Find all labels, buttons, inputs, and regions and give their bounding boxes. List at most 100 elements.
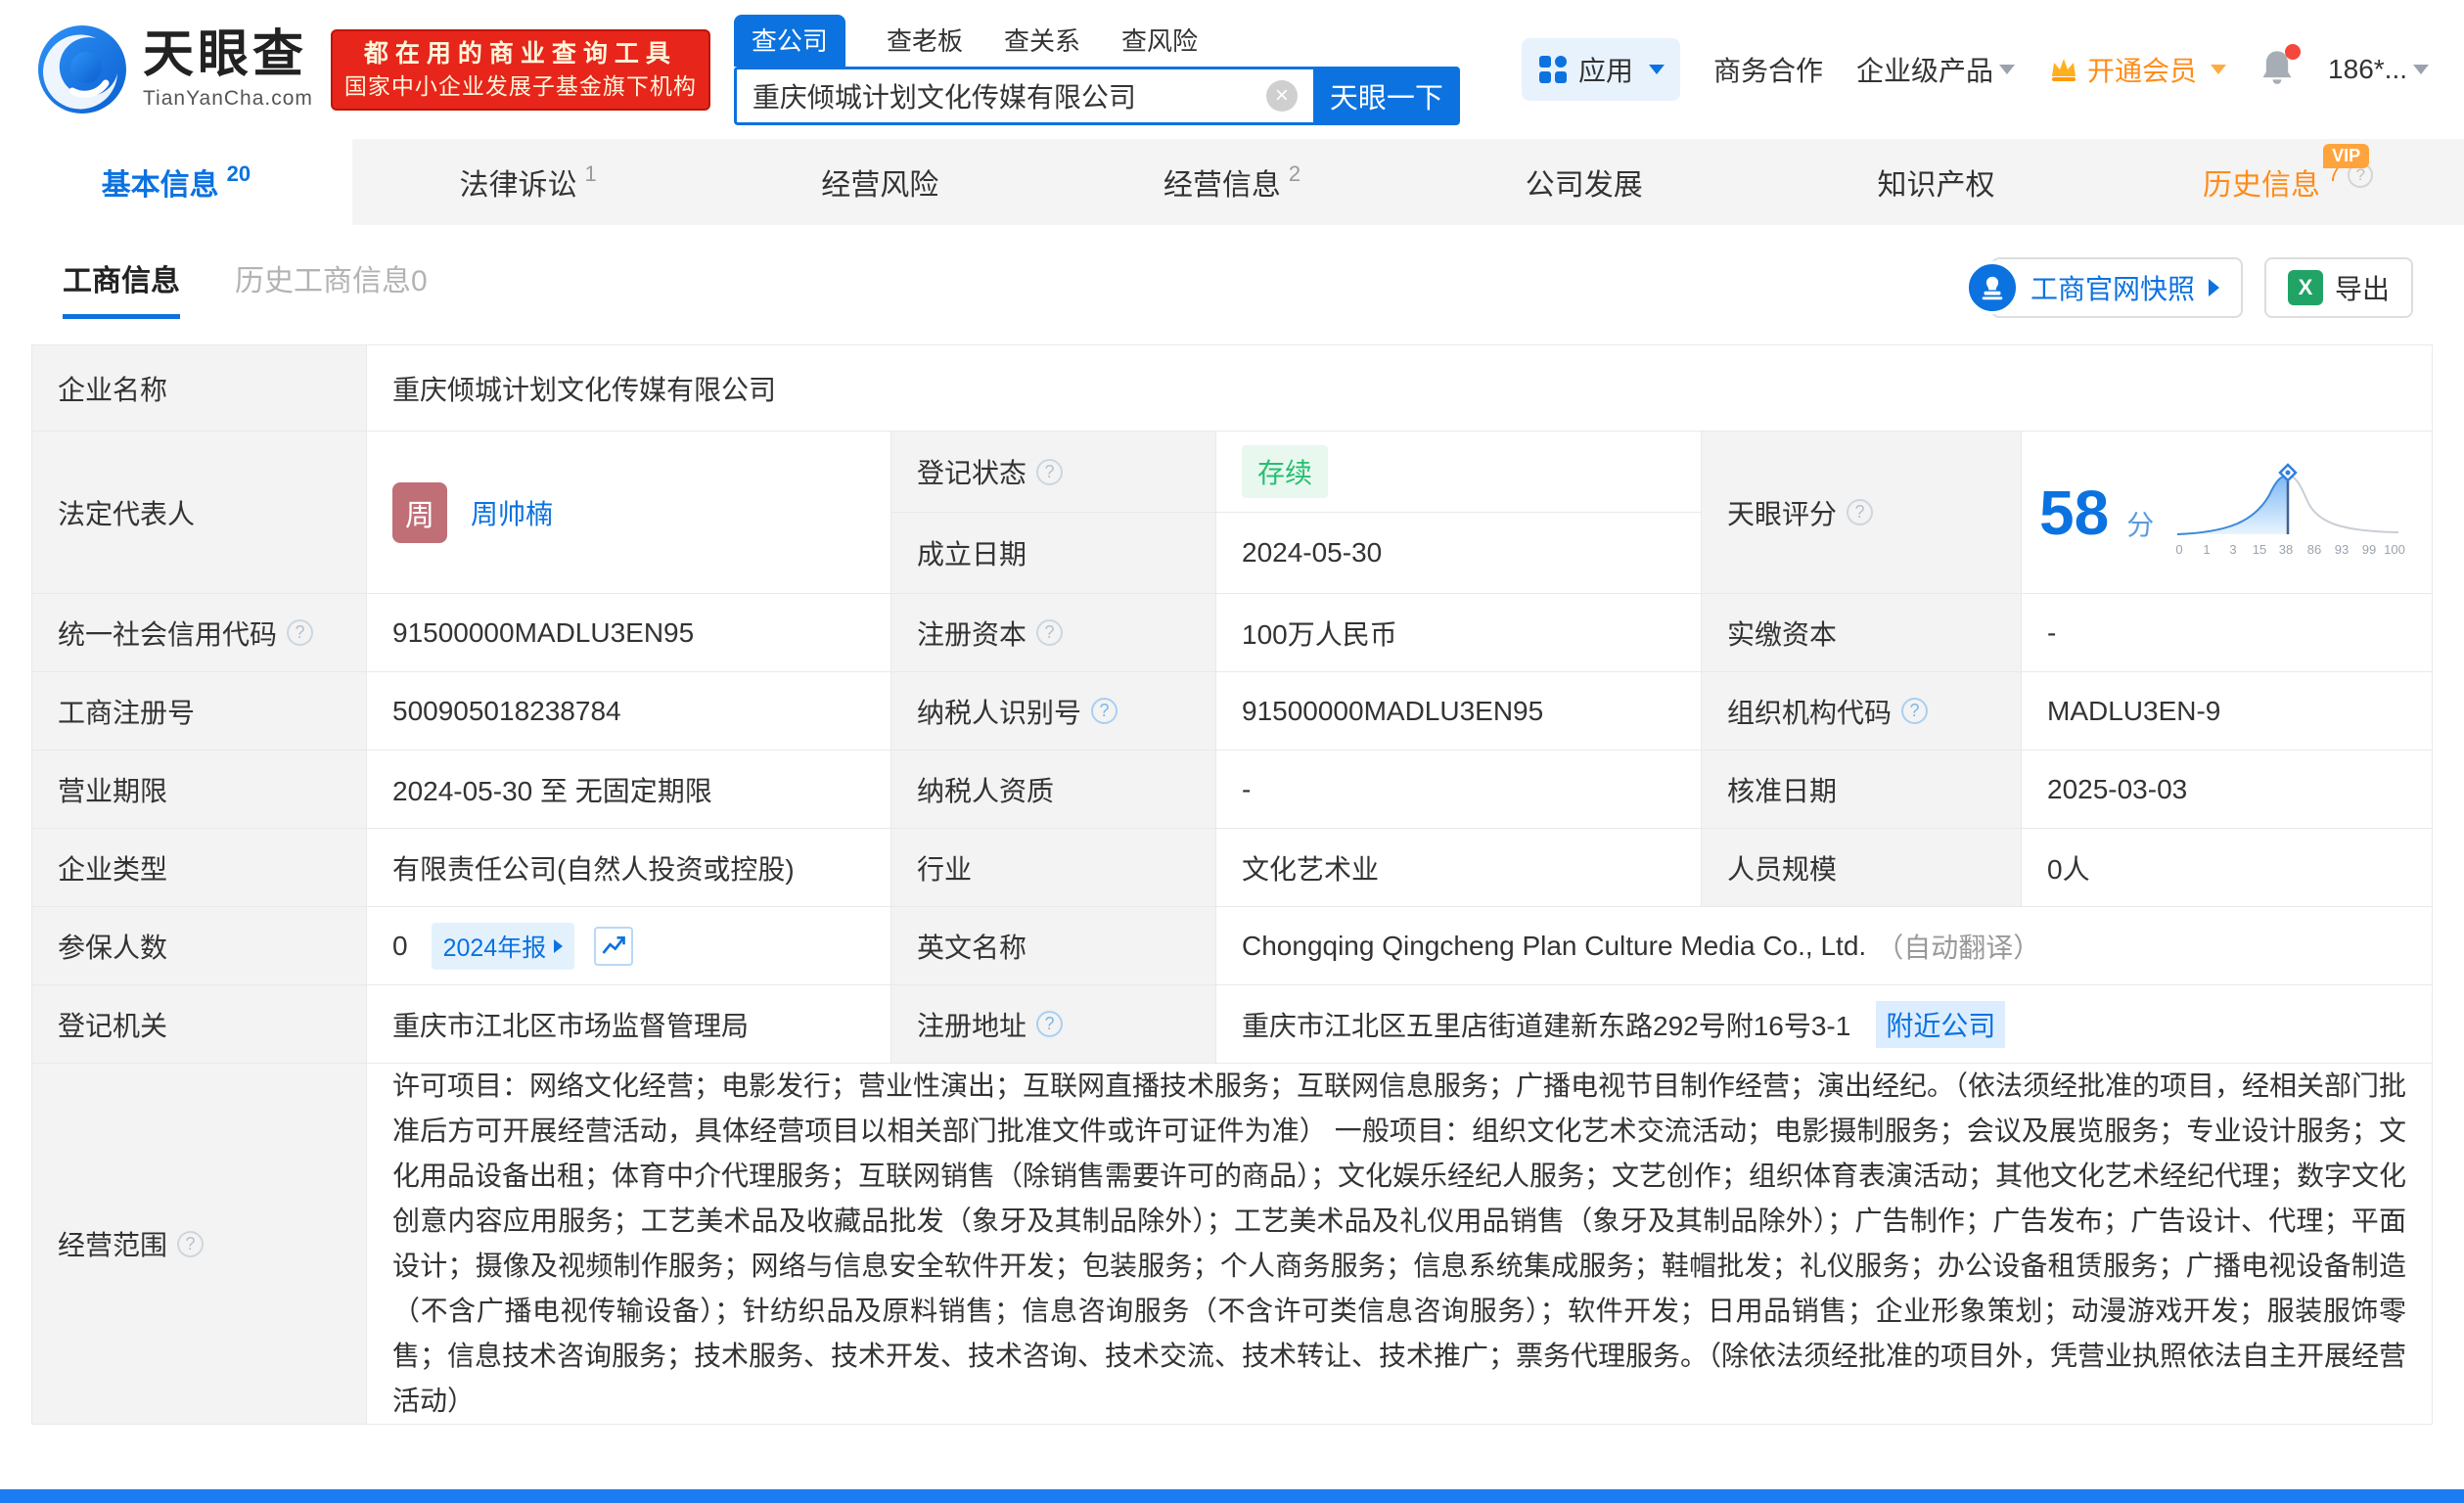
help-icon[interactable]: ? — [287, 619, 314, 646]
label-text: 组织机构代码 — [1727, 697, 1893, 728]
svg-text:86: 86 — [2307, 542, 2321, 557]
value-text: - — [2047, 616, 2057, 648]
field-label-company-name: 企业名称 — [32, 345, 367, 432]
field-label-insured-count: 参保人数 — [32, 907, 367, 985]
subtab-row: 工商信息 历史工商信息0 工商官网快照 X 导出 — [0, 225, 2464, 319]
tab-count: 20 — [226, 161, 251, 186]
subtab-history-registration[interactable]: 历史工商信息0 — [235, 256, 428, 319]
field-label-company-type: 企业类型 — [32, 829, 367, 907]
export-label: 导出 — [2334, 274, 2390, 304]
crown-icon — [2052, 59, 2076, 81]
promo-line2: 国家中小企业发展子基金旗下机构 — [343, 72, 697, 99]
field-label-paid-capital: 实缴资本 — [1702, 594, 2022, 672]
main-tabbar: 基本信息 20 法律诉讼 1 经营风险 经营信息 2 公司发展 知识产权 VIP… — [0, 139, 2464, 225]
export-button[interactable]: X 导出 — [2263, 257, 2413, 318]
tab-operating-risk[interactable]: 经营风险 — [704, 139, 1056, 225]
help-icon[interactable]: ? — [1036, 458, 1064, 485]
label-text: 注册资本 — [917, 618, 1027, 650]
tab-label: 经营风险 — [821, 169, 939, 202]
tab-label: 公司发展 — [1525, 169, 1643, 202]
logo[interactable]: 天眼查 TianYanCha.com — [35, 23, 313, 116]
tab-label: 历史信息 — [2203, 169, 2321, 202]
label-text: 企业名称 — [58, 374, 168, 405]
help-icon[interactable]: ? — [1091, 698, 1118, 724]
scope-text: 许可项目：网络文化经营；电影发行；营业性演出；互联网直播技术服务；互联网信息服务… — [392, 1070, 2407, 1416]
tab-company-development[interactable]: 公司发展 — [1408, 139, 1760, 225]
legal-rep-link[interactable]: 周帅楠 — [471, 493, 553, 532]
value-text: Chongqing Qingcheng Plan Culture Media C… — [1242, 930, 1867, 961]
tab-basic-info[interactable]: 基本信息 20 — [0, 139, 352, 225]
value-text: MADLU3EN-9 — [2047, 695, 2221, 726]
user-account[interactable]: 186*... — [2328, 54, 2429, 85]
field-label-reg-number: 工商注册号 — [32, 672, 367, 751]
search-button[interactable]: 天眼一下 — [1312, 66, 1460, 125]
field-label-english-name: 英文名称 — [891, 907, 1216, 985]
label-text: 参保人数 — [58, 932, 168, 963]
field-value-reg-number: 500905018238784 — [367, 672, 891, 751]
stamp-icon — [1965, 261, 2019, 314]
label-text: 行业 — [917, 853, 973, 885]
nav-business-cooperation[interactable]: 商务合作 — [1713, 50, 1823, 89]
field-value-taxpayer-quality: - — [1216, 751, 1702, 829]
search-tab-risk[interactable]: 查风险 — [1121, 15, 1198, 67]
annual-report-badge[interactable]: 2024年报 — [431, 922, 575, 970]
label-text: 统一社会信用代码 — [58, 618, 278, 650]
official-snapshot-button[interactable]: 工商官网快照 — [1965, 257, 2243, 318]
vip-badge: VIP — [2323, 144, 2370, 168]
value-text: 91500000MADLU3EN95 — [1242, 695, 1544, 726]
help-icon[interactable]: ? — [1036, 619, 1064, 646]
promo-banner: 都在用的商业查询工具 国家中小企业发展子基金旗下机构 — [330, 28, 710, 111]
apps-menu[interactable]: 应用 — [1521, 38, 1680, 101]
field-value-reg-authority: 重庆市江北区市场监督管理局 — [367, 985, 891, 1064]
search-input[interactable] — [752, 79, 1266, 112]
chevron-down-icon — [1649, 65, 1665, 74]
subtab-business-registration[interactable]: 工商信息 — [63, 256, 180, 319]
field-value-company-type: 有限责任公司(自然人投资或控股) — [367, 829, 891, 907]
help-icon[interactable]: ? — [1901, 698, 1929, 724]
search-tab-relation[interactable]: 查关系 — [1004, 15, 1080, 67]
nav-open-vip[interactable]: 开通会员 — [2048, 50, 2227, 89]
tab-label: 法律诉讼 — [459, 169, 577, 202]
enterprise-label: 企业级产品 — [1856, 56, 1994, 86]
label-text: 经营范围 — [58, 1230, 168, 1260]
label-text: 天眼评分 — [1727, 498, 1838, 529]
user-phone: 186*... — [2328, 54, 2407, 84]
apps-label: 应用 — [1577, 56, 1633, 86]
label-text: 纳税人资质 — [917, 775, 1055, 806]
chevron-down-icon — [2413, 65, 2429, 74]
svg-text:1: 1 — [2204, 542, 2211, 557]
help-icon[interactable]: ? — [1847, 499, 1874, 525]
bottom-blue-bar — [0, 1489, 2464, 1503]
svg-text:38: 38 — [2279, 542, 2293, 557]
field-value-business-term: 2024-05-30 至 无固定期限 — [367, 751, 891, 829]
header-nav: 应用 商务合作 企业级产品 开通会员 186*... — [1521, 38, 2429, 101]
nearby-companies-link[interactable]: 附近公司 — [1876, 1000, 2006, 1048]
tab-legal-proceedings[interactable]: 法律诉讼 1 — [352, 139, 705, 225]
help-icon[interactable]: ? — [1036, 1011, 1064, 1037]
tab-business-info[interactable]: 经营信息 2 — [1056, 139, 1408, 225]
field-label-tianyan-score: 天眼评分 ? — [1702, 432, 2022, 594]
field-value-reg-address: 重庆市江北区五里店街道建新东路292号附16号3-1 附近公司 — [1216, 985, 2432, 1064]
logo-title: 天眼查 — [143, 25, 308, 83]
trend-chart-icon[interactable] — [594, 926, 634, 966]
notification-bell[interactable] — [2259, 43, 2302, 92]
legal-rep-avatar[interactable]: 周 — [392, 481, 447, 543]
search-tab-company[interactable]: 查公司 — [733, 14, 845, 67]
logo-domain: TianYanCha.com — [143, 86, 313, 110]
field-label-business-scope: 经营范围 ? — [32, 1064, 367, 1424]
label-text: 营业期限 — [58, 775, 168, 806]
value-text: 2025-03-03 — [2047, 773, 2188, 804]
help-icon[interactable]: ? — [177, 1230, 205, 1257]
value-text: 重庆市江北区五里店街道建新东路292号附16号3-1 — [1242, 1010, 1851, 1041]
label-text: 法定代表人 — [58, 498, 196, 529]
tab-history-info[interactable]: VIP 历史信息 7 ? — [2112, 139, 2464, 225]
svg-text:100: 100 — [2384, 542, 2405, 557]
nav-enterprise-products[interactable]: 企业级产品 — [1856, 50, 2016, 89]
field-value-approval-date: 2025-03-03 — [2022, 751, 2432, 829]
toolbar: 工商官网快照 X 导出 — [1965, 257, 2413, 318]
search-tab-boss[interactable]: 查老板 — [887, 15, 963, 67]
tab-intellectual-property[interactable]: 知识产权 — [1760, 139, 2113, 225]
arrow-right-icon — [2208, 279, 2219, 296]
clear-icon[interactable]: × — [1265, 79, 1298, 112]
svg-text:0: 0 — [2176, 542, 2183, 557]
